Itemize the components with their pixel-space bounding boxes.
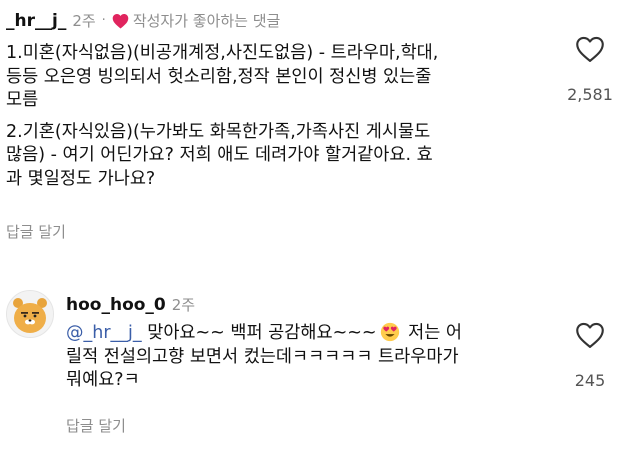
comment-item: _hr__j_ 2주 · 작성자가 좋아하는 댓글 1.미혼(자식없음)(비공개… — [0, 0, 640, 250]
comment-header: hoo_hoo_0 2주 — [66, 294, 195, 315]
creator-liked-label: 작성자가 좋아하는 댓글 — [132, 12, 281, 30]
comment-time: 2주 — [72, 12, 96, 30]
comment-paragraph: 2.기혼(자식있음)(누가봐도 화목한가족,가족사진 게시물도 많음) - 여기… — [6, 121, 438, 192]
separator-dot: · — [101, 13, 106, 28]
creator-heart-icon — [112, 13, 129, 28]
like-count: 2,581 — [567, 85, 613, 104]
comment-line: 등등 오은영 빙의되서 헛소리함,정작 본인이 정신병 있는줄 — [6, 66, 432, 87]
comment-body: @_hr__j_ 맞아요~~ 백퍼 공감해요~~~ 저는 어 릴적 전설의고향 … — [66, 322, 462, 393]
comment-time: 2주 — [171, 296, 196, 314]
comment-header: _hr__j_ 2주 · 작성자가 좋아하는 댓글 — [6, 10, 280, 31]
comment-username[interactable]: _hr__j_ — [6, 11, 66, 31]
comment-paragraph: 1.미혼(자식없음)(비공개계정,사진도없음) - 트라우마,학대, 등등 오은… — [6, 42, 438, 113]
comment-username[interactable]: hoo_hoo_0 — [66, 295, 166, 315]
like-heart-icon[interactable] — [575, 35, 605, 63]
like-column: 2,581 — [555, 35, 625, 104]
like-heart-icon[interactable] — [575, 321, 605, 349]
like-column: 245 — [555, 321, 625, 390]
comment-line: 모름 — [6, 90, 39, 110]
reply-button[interactable]: 답글 달기 — [6, 221, 66, 242]
reply-button[interactable]: 답글 달기 — [66, 415, 126, 436]
comment-line: 릴적 전설의고향 보면서 컸는데ㅋㅋㅋㅋㅋ 트라우마가 — [66, 346, 459, 367]
comment-line: 많음) - 여기 어딘가요? 저희 애도 데려가야 할거같아요. 효 — [6, 145, 433, 165]
heart-eyes-emoji-icon — [380, 322, 399, 342]
mention-link[interactable]: @_hr__j_ — [66, 323, 142, 343]
comment-line: 1.미혼(자식없음)(비공개계정,사진도없음) - 트라우마,학대, — [6, 43, 439, 63]
comment-body: 1.미혼(자식없음)(비공개계정,사진도없음) - 트라우마,학대, 등등 오은… — [6, 42, 438, 191]
comment-line: 뭐예요?ㅋ — [66, 370, 140, 390]
comment-line: 2.기혼(자식있음)(누가봐도 화목한가족,가족사진 게시물도 — [6, 121, 431, 142]
ryan-character-avatar-icon — [7, 291, 53, 337]
avatar[interactable] — [6, 290, 54, 338]
comment-text: 맞아요~~ 백퍼 공감해요~~~ — [141, 323, 377, 343]
comment-line: 과 몇일정도 가나요? — [6, 168, 156, 189]
like-count: 245 — [574, 371, 606, 390]
comment-text: 저는 어 — [402, 323, 462, 343]
